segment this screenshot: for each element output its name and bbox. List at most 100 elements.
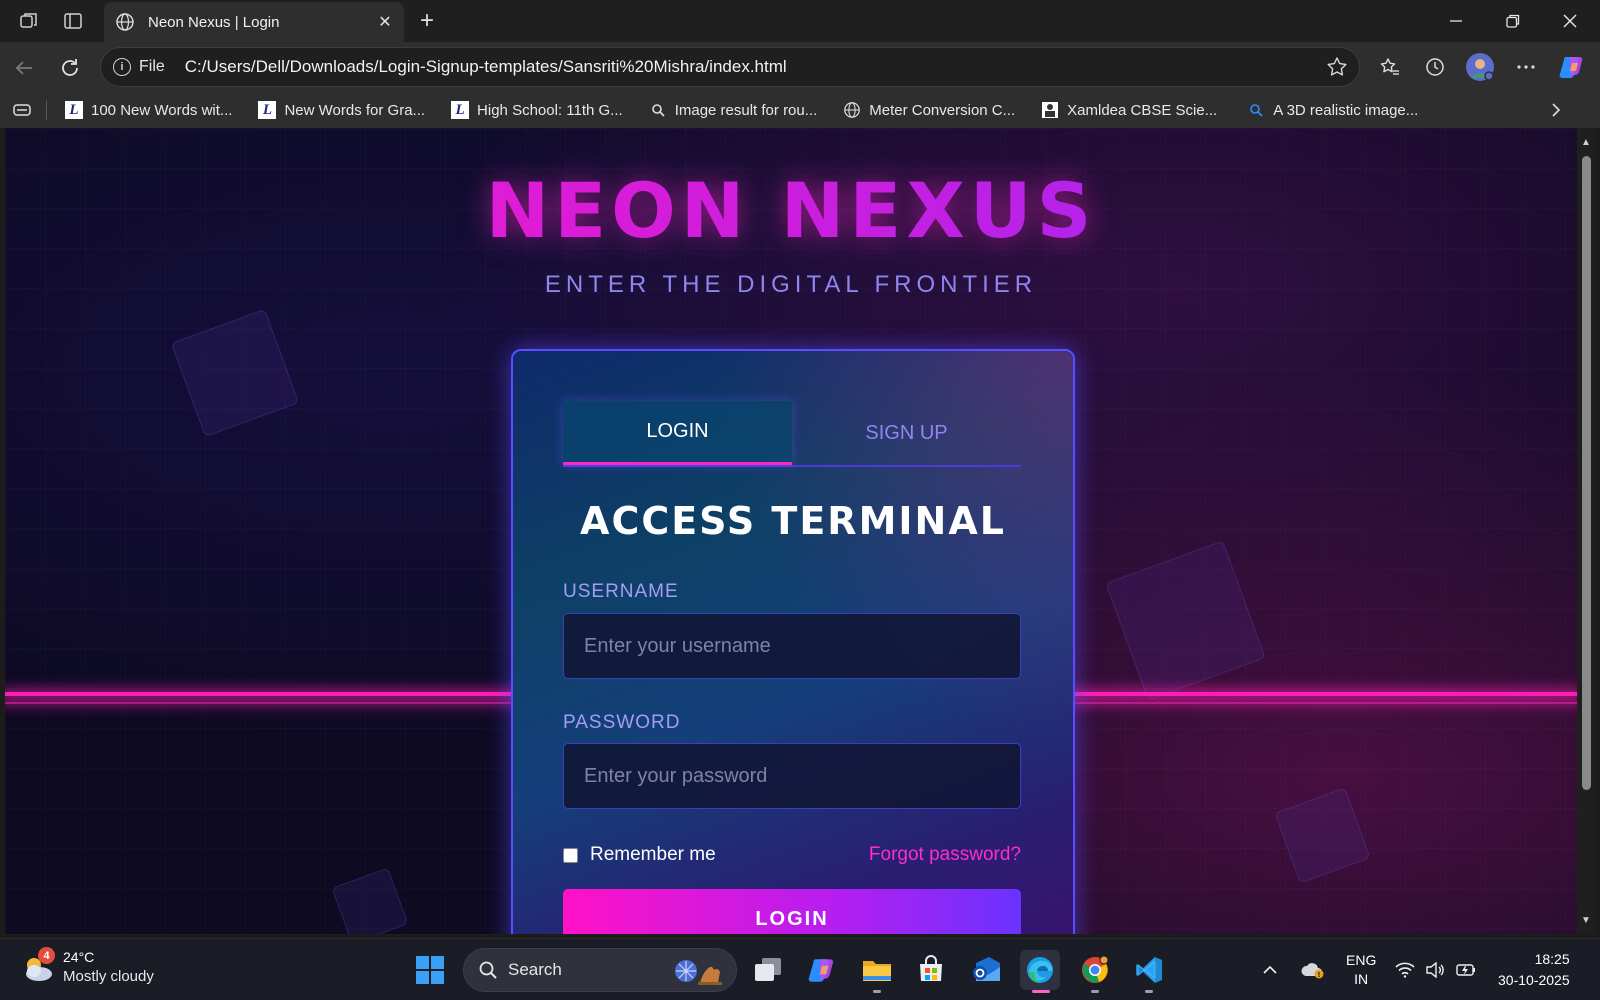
favorite-star-icon[interactable] bbox=[1323, 53, 1351, 81]
taskbar-search[interactable]: Search bbox=[463, 948, 737, 992]
weather-badge: 4 bbox=[38, 947, 55, 964]
outlook-icon[interactable] bbox=[966, 950, 1006, 990]
browser-tab[interactable]: Neon Nexus | Login ✕ bbox=[104, 2, 404, 42]
minimize-button[interactable] bbox=[1428, 0, 1484, 42]
scroll-up-icon[interactable]: ▲ bbox=[1580, 136, 1592, 148]
history-icon[interactable] bbox=[1421, 53, 1449, 81]
running-indicator bbox=[873, 990, 881, 993]
vscode-icon[interactable] bbox=[1129, 950, 1169, 993]
tab-login[interactable]: LOGIN bbox=[563, 401, 792, 465]
favorite-item[interactable]: L High School: 11th G... bbox=[443, 96, 631, 124]
favorites-divider bbox=[46, 100, 47, 120]
brand-title: NEON NEXUS bbox=[5, 166, 1577, 255]
favorite-item[interactable]: A 3D realistic image... bbox=[1239, 96, 1426, 124]
search-label: Search bbox=[508, 960, 562, 979]
search-highlight-icon bbox=[672, 953, 724, 987]
vertical-scrollbar[interactable]: ▲ ▼ bbox=[1577, 128, 1595, 934]
card-heading: ACCESS TERMINAL bbox=[580, 499, 1006, 543]
remember-me: Remember me bbox=[563, 844, 716, 866]
favorite-label: Image result for rou... bbox=[674, 101, 818, 119]
tab-actions-icon[interactable] bbox=[61, 9, 85, 33]
favorite-item[interactable]: L New Words for Gra... bbox=[250, 96, 433, 124]
auth-tabs: LOGIN SIGN UP bbox=[563, 401, 1021, 467]
login-card: LOGIN SIGN UP ACCESS TERMINAL USERNAME P… bbox=[511, 349, 1075, 934]
username-label: USERNAME bbox=[563, 581, 679, 602]
windows-start-icon[interactable] bbox=[414, 954, 446, 986]
favorites-icon[interactable] bbox=[1376, 53, 1404, 81]
refresh-icon[interactable] bbox=[56, 54, 84, 82]
login-button[interactable]: LOGIN bbox=[563, 889, 1021, 934]
weather-widget[interactable]: 4 24°C Mostly cloudy bbox=[20, 947, 154, 987]
lang-line2: IN bbox=[1354, 971, 1369, 987]
cloud-sun-icon: 4 bbox=[20, 947, 56, 985]
more-options-icon[interactable] bbox=[1512, 53, 1540, 81]
copilot-icon[interactable] bbox=[1557, 52, 1587, 82]
weather-temp: 24°C bbox=[63, 949, 95, 965]
collections-icon[interactable] bbox=[0, 96, 46, 124]
title-bar: Neon Nexus | Login ✕ + bbox=[0, 0, 1600, 42]
running-indicator bbox=[1091, 990, 1099, 993]
scroll-down-icon[interactable]: ▼ bbox=[1580, 914, 1592, 926]
book-icon bbox=[1041, 101, 1059, 119]
favorites-bar: L 100 New Words wit... L New Words for G… bbox=[0, 92, 1600, 128]
favorite-item[interactable]: L 100 New Words wit... bbox=[57, 96, 240, 124]
volume-icon[interactable] bbox=[1425, 939, 1445, 1000]
language-indicator[interactable]: ENG IN bbox=[1346, 939, 1376, 1000]
task-view-icon[interactable] bbox=[748, 950, 788, 990]
forgot-password-link[interactable]: Forgot password? bbox=[869, 844, 1021, 866]
globe-icon bbox=[114, 11, 136, 33]
favorite-item[interactable]: Meter Conversion C... bbox=[835, 96, 1023, 124]
copilot-app-icon[interactable] bbox=[802, 950, 842, 990]
favorite-label: A 3D realistic image... bbox=[1273, 101, 1419, 119]
browser-toolbar: i File C:/Users/Dell/Downloads/Login-Sig… bbox=[0, 42, 1600, 92]
search-icon bbox=[1247, 101, 1265, 119]
svg-text:!: ! bbox=[1317, 971, 1320, 979]
restore-button[interactable] bbox=[1485, 0, 1541, 42]
back-arrow-icon[interactable] bbox=[10, 54, 38, 82]
username-input[interactable] bbox=[563, 613, 1021, 679]
clock-date: 30-10-2025 bbox=[1498, 972, 1570, 988]
lang-line1: ENG bbox=[1346, 952, 1377, 968]
show-hidden-icons-chevron-up-icon[interactable] bbox=[1262, 939, 1278, 1000]
tagline: ENTER THE DIGITAL FRONTIER bbox=[544, 271, 1038, 298]
favorite-item[interactable]: Xamldea CBSE Scie... bbox=[1033, 96, 1225, 124]
tab-title: Neon Nexus | Login bbox=[148, 13, 280, 31]
chevron-right-icon[interactable] bbox=[1542, 96, 1570, 124]
favorite-label: Xamldea CBSE Scie... bbox=[1067, 101, 1218, 119]
running-indicator bbox=[1145, 990, 1153, 993]
scroll-thumb[interactable] bbox=[1582, 156, 1591, 790]
onedrive-icon[interactable]: ! bbox=[1300, 939, 1326, 1000]
address-bar[interactable]: i File C:/Users/Dell/Downloads/Login-Sig… bbox=[100, 47, 1360, 87]
workspaces-icon[interactable] bbox=[17, 9, 41, 33]
edge-icon[interactable] bbox=[1020, 950, 1060, 993]
file-explorer-icon[interactable] bbox=[857, 950, 897, 993]
microsoft-store-icon[interactable] bbox=[911, 950, 951, 990]
profile-avatar-icon[interactable] bbox=[1465, 52, 1495, 82]
chrome-icon[interactable] bbox=[1075, 950, 1115, 993]
clock-time: 18:25 bbox=[1534, 951, 1570, 967]
new-tab-button[interactable]: + bbox=[414, 7, 440, 34]
taskbar: 4 24°C Mostly cloudy Search ! ENG IN 18:… bbox=[0, 938, 1600, 1000]
info-icon[interactable]: i bbox=[113, 58, 131, 76]
url-text[interactable]: C:/Users/Dell/Downloads/Login-Signup-tem… bbox=[185, 57, 1323, 77]
tab-signup[interactable]: SIGN UP bbox=[792, 401, 1021, 465]
letter-l-icon: L bbox=[451, 101, 470, 119]
favorite-item[interactable]: Image result for rou... bbox=[641, 96, 826, 124]
letter-l-icon: L bbox=[258, 101, 277, 119]
password-input[interactable] bbox=[563, 743, 1021, 809]
remember-checkbox[interactable] bbox=[563, 847, 578, 863]
weather-desc: Mostly cloudy bbox=[63, 968, 154, 985]
battery-charging-icon[interactable] bbox=[1455, 939, 1477, 1000]
favorite-label: High School: 11th G... bbox=[477, 101, 623, 119]
favorite-label: New Words for Gra... bbox=[284, 101, 426, 119]
close-tab-icon[interactable]: ✕ bbox=[372, 9, 398, 35]
close-window-button[interactable] bbox=[1542, 0, 1598, 42]
system-clock[interactable]: 18:25 30-10-2025 bbox=[1498, 939, 1570, 1000]
remember-label: Remember me bbox=[590, 844, 716, 865]
globe-icon bbox=[843, 101, 861, 119]
letter-l-icon: L bbox=[65, 101, 83, 119]
search-icon bbox=[649, 101, 667, 119]
wifi-icon[interactable] bbox=[1395, 939, 1415, 1000]
search-icon bbox=[478, 960, 498, 980]
favorite-label: 100 New Words wit... bbox=[91, 101, 233, 119]
